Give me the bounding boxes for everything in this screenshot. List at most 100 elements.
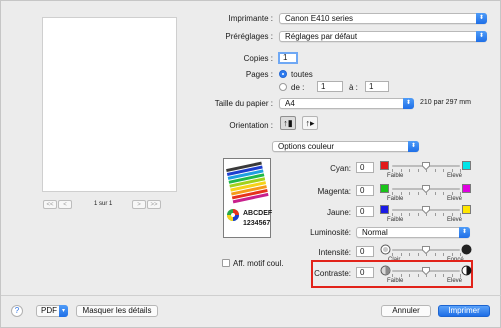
- pages-from-field[interactable]: 1: [317, 81, 343, 92]
- chevron-updown-icon: ⬍: [403, 98, 414, 109]
- slider-tick: [417, 274, 419, 277]
- print-dialog: << < 1 sur 1 > >> Imprimante : Canon E41…: [0, 0, 501, 328]
- slider-tick: [400, 274, 402, 277]
- slider-tick: [392, 274, 393, 277]
- yellow-min-label: Faible: [387, 217, 404, 223]
- pdf-label: PDF: [41, 306, 57, 315]
- slider-tick: [409, 192, 410, 195]
- slider-tick: [417, 169, 419, 172]
- pages-label: Pages :: [245, 70, 273, 79]
- presets-value: Réglages par défaut: [285, 32, 358, 41]
- slider-tick: [417, 253, 419, 256]
- cyan-min-label: Faible: [387, 173, 404, 179]
- chevron-updown-icon: ⬍: [476, 31, 487, 42]
- copies-field[interactable]: 1: [278, 52, 298, 64]
- magenta-swatch: [462, 184, 471, 193]
- intensity-field[interactable]: 0: [356, 246, 374, 257]
- slider-tick: [460, 274, 461, 277]
- slider-tick: [417, 213, 419, 216]
- section-value: Options couleur: [278, 142, 335, 151]
- slider-tick: [400, 213, 402, 216]
- chevron-updown-icon: ⬍: [459, 227, 470, 238]
- magenta-max-label: Elevé: [447, 196, 463, 202]
- page-preview: [42, 17, 177, 192]
- next-page-label: >: [137, 201, 141, 208]
- chevron-updown-icon: ⬍: [408, 141, 419, 152]
- slider-tick: [451, 213, 453, 216]
- pdf-menu-button[interactable]: PDF ▾: [36, 305, 68, 317]
- page-counter: 1 sur 1: [94, 201, 113, 207]
- cyan-field[interactable]: 0: [356, 162, 374, 173]
- slider-tick: [409, 274, 410, 277]
- section-popup[interactable]: Options couleur ⬍: [272, 141, 419, 152]
- pages-to-label: à :: [349, 83, 358, 92]
- print-button[interactable]: Imprimer: [438, 305, 490, 317]
- next-page-button[interactable]: >: [132, 200, 146, 209]
- cyan-swatch: [462, 161, 471, 170]
- contrast-field[interactable]: 0: [356, 267, 374, 278]
- landscape-orientation-button[interactable]: ↑▸: [302, 116, 318, 130]
- contrast-label: Contraste:: [314, 269, 351, 278]
- red-swatch: [380, 161, 389, 170]
- slider-tick: [460, 169, 461, 172]
- first-page-label: <<: [46, 201, 54, 208]
- brightness-value: Normal: [362, 228, 388, 237]
- dark-circle-icon: [461, 244, 472, 255]
- printer-popup[interactable]: Canon E410 series ⬍: [279, 13, 487, 24]
- slider-tick: [443, 213, 444, 216]
- last-page-label: >>: [150, 201, 158, 208]
- contrast-max-label: Elevé: [447, 278, 463, 284]
- help-button[interactable]: ?: [11, 305, 23, 317]
- hide-details-button[interactable]: Masquer les détails: [76, 305, 158, 317]
- landscape-person-icon: ↑▸: [305, 118, 315, 128]
- paper-dimensions: 210 par 297 mm: [420, 99, 471, 106]
- show-pattern-label: Aff. motif coul.: [233, 259, 284, 268]
- slider-tick: [443, 192, 444, 195]
- pages-all-radio[interactable]: [279, 70, 287, 78]
- slider-tick: [409, 169, 410, 172]
- last-page-button[interactable]: >>: [147, 200, 161, 209]
- slider-tick: [400, 253, 402, 256]
- magenta-field[interactable]: 0: [356, 185, 374, 196]
- pages-range-radio[interactable]: [279, 83, 287, 91]
- brightness-label: Luminosité:: [310, 228, 351, 237]
- pages-to-field[interactable]: 1: [365, 81, 389, 92]
- slider-tick: [400, 192, 402, 195]
- slider-tick: [460, 253, 461, 256]
- show-pattern-checkbox[interactable]: [222, 259, 230, 267]
- intensity-label: Intensité:: [318, 248, 351, 257]
- slider-tick: [392, 192, 393, 195]
- prev-page-button[interactable]: <: [58, 200, 72, 209]
- cancel-button[interactable]: Annuler: [381, 305, 431, 317]
- slider-tick: [392, 169, 393, 172]
- portrait-person-icon: ↑▮: [283, 118, 293, 128]
- slider-tick: [451, 169, 453, 172]
- prev-page-label: <: [63, 201, 67, 208]
- slider-tick: [451, 274, 453, 277]
- paper-size-popup[interactable]: A4 ⬍: [279, 98, 414, 109]
- chevron-updown-icon: ⬍: [476, 13, 487, 24]
- first-page-button[interactable]: <<: [43, 200, 57, 209]
- slider-tick: [409, 253, 410, 256]
- brightness-popup[interactable]: Normal ⬍: [356, 227, 470, 238]
- slider-tick: [392, 253, 393, 256]
- preview-text-line2: 1234567: [243, 220, 271, 227]
- paper-size-label: Taille du papier :: [214, 99, 273, 108]
- slider-tick: [426, 274, 427, 277]
- portrait-orientation-button[interactable]: ↑▮: [280, 116, 296, 130]
- slider-tick: [434, 169, 436, 172]
- blue-swatch: [380, 205, 389, 214]
- magenta-min-label: Faible: [387, 196, 404, 202]
- green-swatch: [380, 184, 389, 193]
- copies-label: Copies :: [243, 54, 273, 63]
- slider-tick: [451, 253, 453, 256]
- orientation-label: Orientation :: [229, 121, 273, 130]
- slider-tick: [400, 169, 402, 172]
- yellow-field[interactable]: 0: [356, 206, 374, 217]
- slider-tick: [417, 192, 419, 195]
- presets-popup[interactable]: Réglages par défaut ⬍: [279, 31, 487, 42]
- chevron-down-icon: ▾: [59, 305, 68, 317]
- slider-tick: [443, 274, 444, 277]
- slider-tick: [426, 169, 427, 172]
- cyan-label: Cyan:: [330, 164, 351, 173]
